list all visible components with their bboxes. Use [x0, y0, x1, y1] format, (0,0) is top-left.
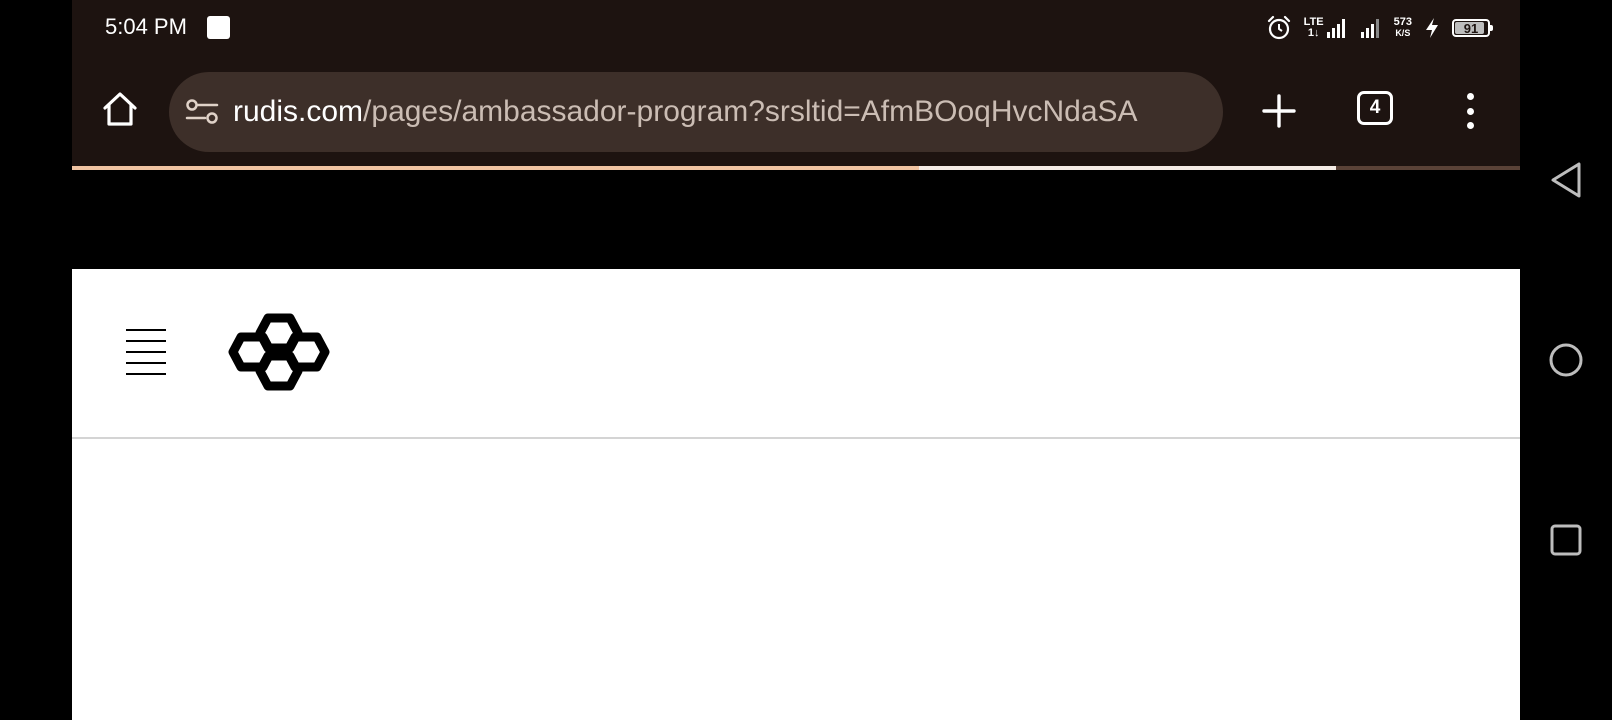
status-icons: LTE 1↓ 573 K/S 91: [1266, 12, 1493, 44]
left-black-strip: [0, 0, 72, 720]
battery-level: 91: [1463, 20, 1479, 36]
hexagon-cluster-logo[interactable]: [224, 313, 334, 393]
plus-icon: [1262, 94, 1296, 128]
lte-signal: LTE 1↓: [1304, 17, 1348, 39]
hamburger-line: [126, 362, 166, 364]
site-header: [72, 269, 1520, 439]
nav-back-button[interactable]: [1542, 156, 1590, 204]
network-speed-value: 573: [1393, 16, 1412, 28]
nav-home-button[interactable]: [1542, 336, 1590, 384]
menu-dot: [1466, 122, 1474, 129]
site-settings-icon[interactable]: [185, 98, 219, 126]
tab-switcher-button[interactable]: 4: [1357, 91, 1393, 125]
new-tab-button[interactable]: [1257, 89, 1301, 133]
browser-toolbar: rudis.com/pages/ambassador-program?srslt…: [72, 56, 1520, 166]
network-speed: 573 K/S: [1394, 17, 1412, 39]
notification-square-icon: [207, 16, 230, 39]
hamburger-line: [126, 351, 166, 353]
phone-content: 5:04 PM LTE 1↓ 573 K/S 91 rudis.com/page…: [72, 0, 1520, 720]
device-screen: 5:04 PM LTE 1↓ 573 K/S 91 rudis.com/page…: [0, 0, 1612, 720]
hamburger-line: [126, 340, 166, 342]
back-triangle-icon: [1551, 162, 1581, 198]
hamburger-menu-button[interactable]: [126, 329, 168, 375]
more-vert-icon: [1466, 93, 1474, 100]
url-path: /pages/ambassador-program?srsltid=AfmBOo…: [363, 95, 1138, 128]
announcement-banner: [72, 170, 1520, 269]
nav-recents-button[interactable]: [1542, 516, 1590, 564]
url-bar[interactable]: rudis.com/pages/ambassador-program?srslt…: [169, 72, 1223, 152]
signal-bars-icon: [1326, 19, 1345, 38]
url-text[interactable]: rudis.com/pages/ambassador-program?srslt…: [233, 95, 1207, 129]
recents-square-icon: [1550, 524, 1582, 556]
hamburger-menu-icon: [126, 329, 166, 331]
network-speed-unit: K/S: [1395, 28, 1411, 38]
charging-bolt-icon: [1424, 17, 1440, 39]
menu-dot: [1466, 107, 1474, 115]
tab-count: 4: [1369, 97, 1381, 118]
system-navigation-bar: [1520, 0, 1612, 720]
home-icon: [103, 92, 137, 126]
status-time: 5:04 PM: [105, 14, 187, 39]
alarm-icon: [1266, 15, 1292, 41]
more-options-button[interactable]: [1457, 89, 1483, 133]
hamburger-line: [126, 373, 166, 375]
battery-icon: 91: [1452, 19, 1493, 37]
lte-arrows: 1↓: [1307, 27, 1320, 39]
page-body: [72, 439, 1520, 720]
home-circle-icon: [1549, 343, 1583, 377]
secondary-signal-icon: [1360, 17, 1382, 39]
home-button[interactable]: [100, 89, 140, 129]
url-domain: rudis.com: [233, 95, 364, 128]
status-bar: 5:04 PM LTE 1↓ 573 K/S 91: [72, 0, 1520, 56]
